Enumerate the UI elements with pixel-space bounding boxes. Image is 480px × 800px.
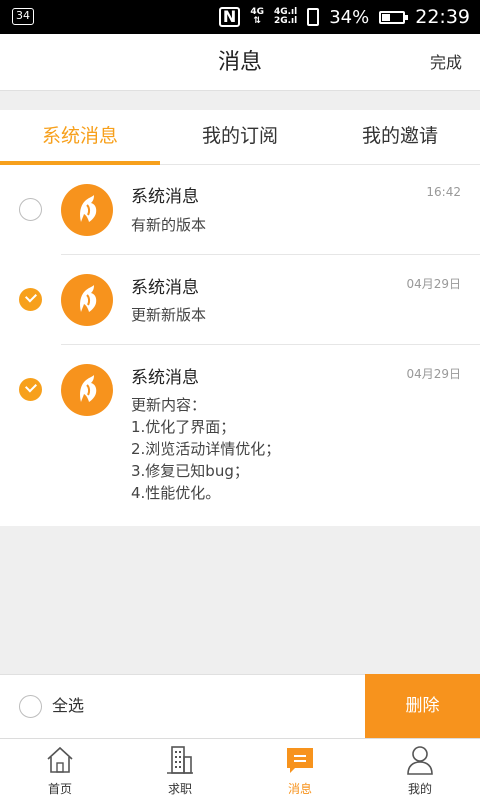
network-4g-label: 4G xyxy=(250,7,264,17)
message-title: 系统消息 xyxy=(131,368,199,388)
signal-2g-label: 2G xyxy=(273,16,288,26)
home-icon xyxy=(47,746,73,773)
select-all-checkbox[interactable] xyxy=(19,695,42,718)
nav-jobs[interactable]: 求职 xyxy=(120,739,240,800)
sim-icon xyxy=(307,8,320,26)
battery-fill xyxy=(382,13,390,21)
avatar xyxy=(61,274,113,326)
header: 消息 完成 xyxy=(0,34,480,91)
select-all-label[interactable]: 全选 xyxy=(52,675,84,737)
message-body: 更新内容： 1.优化了界面； 2.浏览活动详情优化； 3.修复已知bug； 4.… xyxy=(131,394,280,504)
nav-messages-label: 消息 xyxy=(287,782,312,796)
message-title: 系统消息 xyxy=(131,278,199,298)
message-line: 1.优化了界面； xyxy=(131,418,236,436)
message-checkbox[interactable] xyxy=(19,198,42,221)
person-icon xyxy=(407,746,433,775)
message-tabs: 系统消息 我的订阅 我的邀请 xyxy=(0,110,480,165)
message-line: 更新内容： xyxy=(131,396,207,414)
unicorn-logo-icon xyxy=(80,285,97,312)
message-line: 2.浏览活动详情优化； xyxy=(131,440,281,458)
bottom-navigation: 首页 求职 消息 我的 xyxy=(0,738,480,800)
nav-jobs-label: 求职 xyxy=(167,782,192,796)
list-item[interactable]: 系统消息 04月29日 更新内容： 1.优化了界面； 2.浏览活动详情优化； 3… xyxy=(0,345,480,526)
nav-home[interactable]: 首页 xyxy=(0,739,120,800)
clock: 22:39 xyxy=(415,6,470,28)
tab-label: 系统消息 xyxy=(41,125,118,147)
network-4g-icon: 4G ⇅ xyxy=(250,7,264,26)
message-line: 3.修复已知bug； xyxy=(131,462,249,480)
status-icons: N 4G ⇅ 4G.ıl 2G.ıl 34% 22:39 xyxy=(218,0,470,34)
unicorn-logo-icon xyxy=(80,195,97,222)
message-checkbox[interactable] xyxy=(19,288,42,311)
tab-label: 我的订阅 xyxy=(201,125,278,147)
nav-profile[interactable]: 我的 xyxy=(360,739,480,800)
nav-profile-label: 我的 xyxy=(407,782,432,796)
tab-my-subscriptions[interactable]: 我的订阅 xyxy=(160,110,320,164)
battery-icon xyxy=(379,10,409,24)
notification-count-badge: 34 xyxy=(12,8,34,25)
tab-system-messages[interactable]: 系统消息 xyxy=(0,110,160,165)
page-title: 消息 xyxy=(217,50,262,75)
list-item[interactable]: 系统消息 16:42 有新的版本 xyxy=(0,165,480,255)
avatar xyxy=(61,364,113,416)
signal-icon: 4G.ıl 2G.ıl xyxy=(273,7,298,26)
message-line: 有新的版本 xyxy=(131,216,207,234)
message-list: 系统消息 16:42 有新的版本 系统消息 04月29日 更新新版本 系统消息 … xyxy=(0,165,480,526)
tab-my-invitations[interactable]: 我的邀请 xyxy=(320,110,480,164)
message-line: 4.性能优化。 xyxy=(131,484,221,502)
building-icon xyxy=(167,746,193,774)
message-body: 更新新版本 xyxy=(131,304,206,326)
nav-home-label: 首页 xyxy=(47,782,72,796)
message-icon xyxy=(287,748,313,773)
avatar xyxy=(61,184,113,236)
message-time: 16:42 xyxy=(426,185,461,199)
done-button[interactable]: 完成 xyxy=(430,34,462,91)
status-bar: 34 N 4G ⇅ 4G.ıl 2G.ıl 34% 22:39 xyxy=(0,0,480,34)
nfc-icon: N xyxy=(218,7,241,27)
bulk-action-bar: 全选 删除 xyxy=(0,674,480,738)
message-body: 有新的版本 xyxy=(131,214,206,236)
message-title: 系统消息 xyxy=(131,187,199,207)
list-item[interactable]: 系统消息 04月29日 更新新版本 xyxy=(0,255,480,345)
message-time: 04月29日 xyxy=(406,367,461,381)
delete-button[interactable]: 删除 xyxy=(365,674,480,738)
message-checkbox[interactable] xyxy=(19,378,42,401)
unicorn-logo-icon xyxy=(80,375,97,402)
tab-label: 我的邀请 xyxy=(361,125,438,147)
message-time: 04月29日 xyxy=(406,277,461,291)
battery-percent: 34% xyxy=(329,6,370,28)
nav-messages[interactable]: 消息 xyxy=(240,739,360,800)
message-line: 更新新版本 xyxy=(131,306,207,324)
